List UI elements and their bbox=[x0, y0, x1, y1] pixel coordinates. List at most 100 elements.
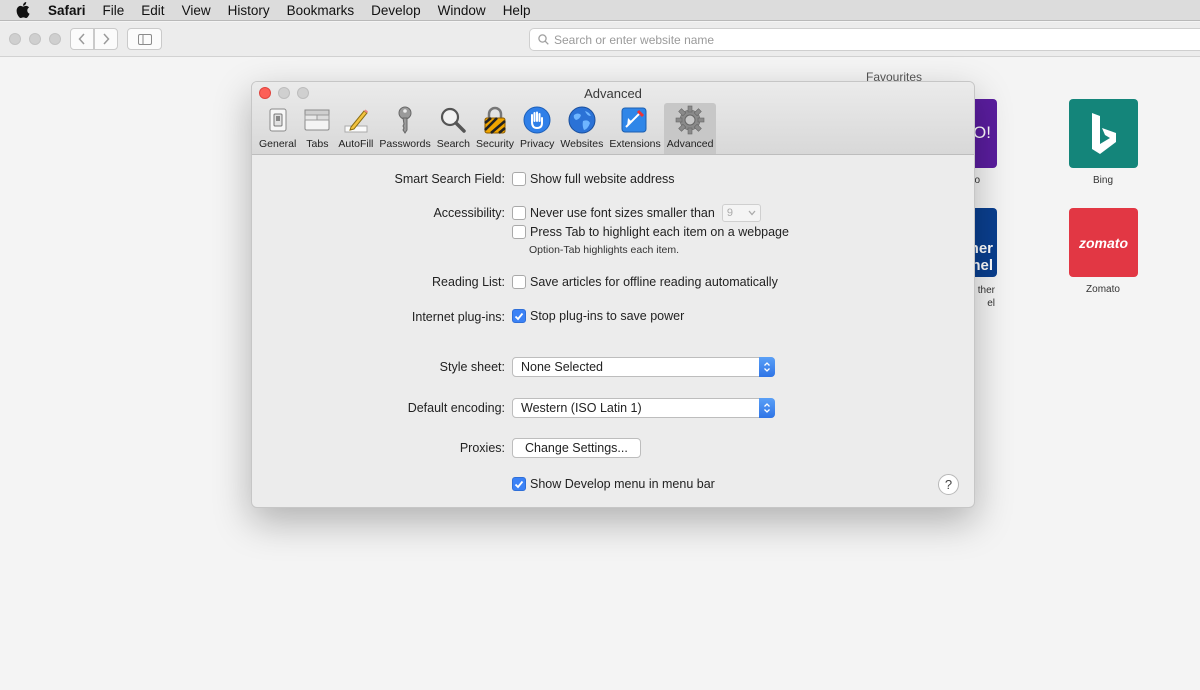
up-down-chevron-icon bbox=[759, 398, 775, 418]
tab-label: AutoFill bbox=[338, 138, 374, 150]
tile-zomato-label: Zomato bbox=[1086, 284, 1120, 295]
search-icon bbox=[538, 34, 549, 45]
menu-edit[interactable]: Edit bbox=[141, 3, 164, 18]
min-font-size-checkbox[interactable] bbox=[512, 206, 526, 220]
save-offline-text: Save articles for offline reading automa… bbox=[530, 275, 778, 289]
forward-button[interactable] bbox=[94, 28, 118, 50]
zomato-logo-icon: zomato bbox=[1079, 234, 1128, 251]
general-switch-icon bbox=[263, 105, 293, 135]
show-full-address-text: Show full website address bbox=[530, 172, 675, 186]
menu-bar: Safari File Edit View History Bookmarks … bbox=[0, 0, 1200, 21]
style-sheet-select[interactable]: None Selected bbox=[512, 357, 775, 377]
menu-safari[interactable]: Safari bbox=[48, 3, 86, 18]
tab-websites[interactable]: Websites bbox=[557, 103, 606, 154]
tab-advanced[interactable]: Advanced bbox=[663, 103, 717, 154]
up-down-chevron-icon bbox=[759, 357, 775, 377]
stop-plugins-text: Stop plug-ins to save power bbox=[530, 309, 685, 323]
browser-minimize-button[interactable] bbox=[29, 33, 41, 45]
preferences-window: Advanced General Tabs AutoFill Passwords… bbox=[251, 81, 975, 508]
tab-extensions[interactable]: Extensions bbox=[606, 103, 663, 154]
show-develop-checkbox[interactable] bbox=[512, 477, 526, 491]
tab-privacy[interactable]: Privacy bbox=[517, 103, 557, 154]
stop-plugins-option: Stop plug-ins to save power bbox=[512, 309, 684, 323]
favourite-tile-zomato[interactable]: zomato bbox=[1069, 208, 1138, 277]
style-sheet-label: Style sheet: bbox=[439, 360, 505, 374]
encoding-label: Default encoding: bbox=[407, 401, 505, 415]
magnifier-icon bbox=[438, 105, 468, 135]
plugins-label: Internet plug-ins: bbox=[411, 310, 505, 324]
menu-develop[interactable]: Develop bbox=[371, 3, 421, 18]
tab-label: Security bbox=[476, 138, 514, 150]
tab-label: Extensions bbox=[609, 138, 661, 150]
gear-icon bbox=[675, 105, 705, 135]
tab-label: Websites bbox=[560, 138, 604, 150]
preferences-tabs: General Tabs AutoFill Passwords Search S… bbox=[256, 103, 717, 154]
sidebar-button[interactable] bbox=[127, 28, 162, 50]
apple-menu-icon[interactable] bbox=[16, 2, 30, 18]
min-font-size-option: Never use font sizes smaller than 9 bbox=[512, 204, 761, 222]
tab-tabs[interactable]: Tabs bbox=[299, 103, 335, 154]
tab-autofill[interactable]: AutoFill bbox=[335, 103, 376, 154]
browser-zoom-button[interactable] bbox=[49, 33, 61, 45]
tab-passwords[interactable]: Passwords bbox=[376, 103, 433, 154]
chevron-down-icon bbox=[748, 210, 756, 216]
favourite-tile-bing[interactable] bbox=[1069, 99, 1138, 168]
reading-list-label: Reading List: bbox=[432, 275, 505, 289]
key-icon bbox=[390, 105, 420, 135]
encoding-value: Western (ISO Latin 1) bbox=[521, 401, 642, 415]
style-sheet-value: None Selected bbox=[521, 360, 604, 374]
chevron-left-icon bbox=[78, 33, 85, 45]
show-full-address-option: Show full website address bbox=[512, 172, 675, 186]
tile-partial-text: O! bbox=[973, 123, 991, 142]
stop-plugins-checkbox[interactable] bbox=[512, 309, 526, 323]
min-font-size-value: 9 bbox=[726, 207, 733, 219]
accessibility-label: Accessibility: bbox=[433, 206, 505, 220]
tab-security[interactable]: Security bbox=[473, 103, 517, 154]
show-develop-text: Show Develop menu in menu bar bbox=[530, 477, 715, 491]
menu-history[interactable]: History bbox=[228, 3, 270, 18]
menu-bookmarks[interactable]: Bookmarks bbox=[287, 3, 355, 18]
checkmark-icon bbox=[514, 480, 524, 488]
min-font-size-select[interactable]: 9 bbox=[721, 204, 761, 222]
show-develop-option: Show Develop menu in menu bar bbox=[512, 477, 715, 491]
tab-label: General bbox=[259, 138, 297, 150]
tab-general[interactable]: General bbox=[256, 103, 299, 154]
bing-logo-icon bbox=[1092, 113, 1116, 154]
help-button[interactable]: ? bbox=[938, 474, 959, 495]
proxies-label: Proxies: bbox=[459, 441, 505, 455]
press-tab-option: Press Tab to highlight each item on a we… bbox=[512, 225, 789, 239]
tabs-icon bbox=[302, 105, 332, 135]
save-offline-option: Save articles for offline reading automa… bbox=[512, 275, 778, 289]
tile-bing-label: Bing bbox=[1092, 175, 1113, 186]
press-tab-text: Press Tab to highlight each item on a we… bbox=[530, 225, 789, 239]
address-placeholder: Search or enter website name bbox=[554, 32, 715, 47]
checkmark-icon bbox=[514, 312, 524, 320]
hand-icon bbox=[522, 105, 552, 135]
chevron-right-icon bbox=[103, 33, 110, 45]
tab-label: Advanced bbox=[666, 138, 714, 150]
lock-icon bbox=[480, 105, 510, 135]
save-offline-checkbox[interactable] bbox=[512, 275, 526, 289]
menu-help[interactable]: Help bbox=[503, 3, 531, 18]
menu-view[interactable]: View bbox=[182, 3, 211, 18]
tab-label: Privacy bbox=[519, 138, 555, 150]
browser-toolbar: Search or enter website name bbox=[0, 22, 1200, 57]
address-bar[interactable]: Search or enter website name bbox=[529, 28, 1200, 51]
press-tab-checkbox[interactable] bbox=[512, 225, 526, 239]
globe-icon bbox=[567, 105, 597, 135]
back-button[interactable] bbox=[70, 28, 94, 50]
encoding-select[interactable]: Western (ISO Latin 1) bbox=[512, 398, 775, 418]
tab-label: Tabs bbox=[306, 138, 329, 150]
menu-window[interactable]: Window bbox=[438, 3, 486, 18]
menu-file[interactable]: File bbox=[103, 3, 125, 18]
tab-label: Passwords bbox=[379, 138, 431, 150]
smart-search-label: Smart Search Field: bbox=[394, 172, 505, 186]
sidebar-icon bbox=[137, 33, 152, 45]
min-font-size-text: Never use font sizes smaller than bbox=[530, 206, 715, 220]
change-settings-button[interactable]: Change Settings... bbox=[512, 438, 641, 458]
browser-close-button[interactable] bbox=[9, 33, 21, 45]
puzzle-icon bbox=[620, 105, 650, 135]
tab-label: Search bbox=[436, 138, 471, 150]
show-full-address-checkbox[interactable] bbox=[512, 172, 526, 186]
tab-search[interactable]: Search bbox=[434, 103, 473, 154]
